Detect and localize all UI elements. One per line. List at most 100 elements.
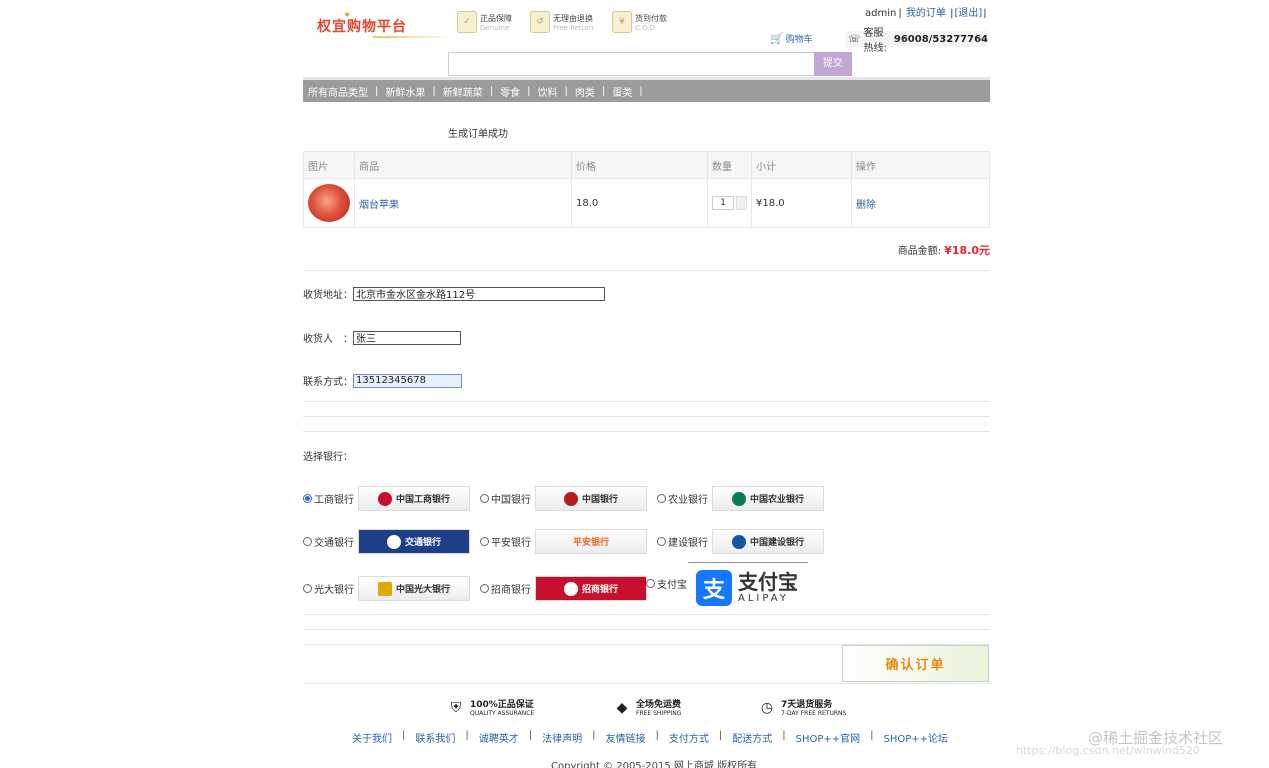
radio-button[interactable] — [646, 579, 655, 588]
product-name-link[interactable]: 烟台苹果 — [359, 200, 399, 211]
top-user-nav: admin | 我的订单 |[退出]| — [864, 4, 988, 19]
guarantee-returns: ◷ 7天退货服务 7-DAY FREE RETURNS — [758, 698, 846, 718]
delete-item-link[interactable]: 删除 — [856, 200, 876, 211]
bank-option-bocom[interactable]: 交通银行 交通银行 — [303, 529, 470, 554]
total-value: ¥18.0元 — [944, 244, 990, 257]
phone-input[interactable] — [353, 373, 462, 388]
promo-title: 货到付款 — [635, 13, 667, 23]
category-nav: 所有商品类型 | 新鲜水果 | 新鲜蔬菜 | 零食 | 饮料 | 肉类 | 蛋类 | — [303, 77, 990, 102]
bank-option-pingan[interactable]: 平安银行 平安银行 — [480, 529, 647, 554]
category-all[interactable]: 所有商品类型 — [308, 84, 368, 99]
promo-title: 正品保障 — [480, 13, 512, 23]
nav-separator: | — [375, 85, 379, 97]
footer-link-legal[interactable]: 法律声明 — [542, 730, 582, 745]
watermark: @稀土掘金技术社区 — [1088, 729, 1224, 747]
alipay-logo-sub: ALIPAY — [738, 593, 789, 604]
bank-logo[interactable]: 平安银行 — [535, 529, 647, 554]
cart-icon: 🛒 — [770, 32, 784, 45]
bank-option-ceb[interactable]: 光大银行 中国光大银行 — [303, 576, 470, 601]
phone-label: 联系方式： — [303, 377, 353, 388]
footer-link-forum[interactable]: SHOP++论坛 — [884, 730, 949, 745]
bank-logo-text: 中国光大银行 — [395, 585, 450, 595]
bank-logo[interactable]: 中国农业银行 — [712, 486, 824, 511]
table-header-row: 图片 商品 价格 数量 小计 操作 — [303, 151, 990, 179]
bank-logo[interactable]: 交通银行 — [358, 529, 470, 554]
footer-link-payment[interactable]: 支付方式 — [669, 730, 709, 745]
copyright: Copyright © 2005-2015 网上商城 版权所有 — [551, 761, 758, 768]
col-subtotal: 小计 — [751, 151, 852, 179]
confirm-order-button[interactable]: 确认订单 — [842, 645, 989, 682]
bank-logo[interactable]: 招商银行 — [535, 576, 647, 601]
category-egg[interactable]: 蛋类 — [612, 84, 632, 99]
bank-logo[interactable]: 中国银行 — [535, 486, 647, 511]
category-fruit[interactable]: 新鲜水果 — [385, 84, 425, 99]
receiver-input[interactable] — [353, 330, 461, 345]
divider — [303, 270, 990, 271]
radio-button[interactable] — [657, 537, 666, 546]
nav-separator: | — [983, 8, 987, 19]
logo-text: 权宜购物平台 — [317, 19, 407, 35]
address-label: 收货地址： — [303, 290, 353, 301]
product-image[interactable] — [308, 184, 350, 222]
logout-link[interactable]: [退出] — [954, 8, 982, 19]
bank-option-boc[interactable]: 中国银行 中国银行 — [480, 486, 647, 511]
shield-icon: ✓ — [457, 11, 477, 33]
product-name-cell: 烟台苹果 — [354, 178, 572, 228]
footer-link-about[interactable]: 关于我们 — [352, 730, 392, 745]
cart-link[interactable]: 🛒 购物车 — [770, 32, 813, 45]
alipay-logo[interactable]: 支 支付宝 ALIPAY — [688, 562, 808, 612]
clock-icon: ◷ — [760, 700, 774, 716]
ceb-logo-icon — [377, 581, 392, 596]
guarantee-sub: FREE SHIPPING — [636, 709, 682, 717]
bank-logo[interactable]: 中国光大银行 — [358, 576, 470, 601]
footer-link-contact[interactable]: 联系我们 — [415, 730, 455, 745]
divider — [303, 629, 990, 630]
footer-links: 关于我们 | 联系我们 | 诚聘英才 | 法律声明 | 友情链接 | 支付方式 | 配送方式… — [352, 730, 948, 745]
footer-link-jobs[interactable]: 诚聘英才 — [479, 730, 519, 745]
col-image: 图片 — [303, 151, 355, 179]
bank-logo[interactable]: 中国建设银行 — [712, 529, 824, 554]
cart-label: 购物车 — [785, 35, 813, 45]
quantity-spinner[interactable] — [736, 196, 747, 210]
my-orders-link[interactable]: 我的订单 — [906, 8, 946, 19]
category-vegetable[interactable]: 新鲜蔬菜 — [443, 84, 483, 99]
footer-link-friends[interactable]: 友情链接 — [606, 730, 646, 745]
bank-logo-text: 平安银行 — [572, 538, 609, 548]
bank-logo[interactable]: 中国工商银行 — [358, 486, 470, 511]
radio-button[interactable] — [480, 537, 489, 546]
radio-button[interactable] — [657, 494, 666, 503]
hotline-label: 客服热线: — [863, 28, 887, 54]
category-drink[interactable]: 饮料 — [538, 84, 558, 99]
site-logo[interactable]: ✦ 权宜购物平台 — [313, 10, 453, 40]
order-table: 图片 商品 价格 数量 小计 操作 烟台苹果 18.0 1 ¥18.0 删除 — [303, 151, 990, 228]
bank-logo-text: 中国建设银行 — [749, 538, 804, 548]
address-input[interactable] — [353, 286, 605, 301]
divider — [303, 401, 990, 402]
search-input[interactable] — [448, 52, 815, 76]
nav-separator: | — [489, 85, 494, 97]
bank-option-icbc[interactable]: 工商银行 中国工商银行 — [303, 486, 470, 511]
footer-link-official[interactable]: SHOP++官网 — [796, 730, 861, 745]
radio-button[interactable] — [480, 494, 489, 503]
quantity-input[interactable]: 1 — [712, 196, 734, 210]
radio-button[interactable] — [303, 537, 312, 546]
radio-button[interactable] — [480, 584, 489, 593]
bank-option-alipay[interactable]: 支付宝 — [646, 576, 687, 591]
bank-option-abc[interactable]: 农业银行 中国农业银行 — [657, 486, 824, 511]
category-meat[interactable]: 肉类 — [575, 84, 595, 99]
col-action: 操作 — [851, 151, 990, 179]
radio-button[interactable] — [303, 494, 312, 503]
hotline: ☏ 客服热线: 96008/53277764 — [845, 28, 988, 54]
footer-separator: | — [465, 730, 469, 741]
footer-link-delivery[interactable]: 配送方式 — [732, 730, 772, 745]
search-submit-button[interactable]: 提交 — [814, 52, 852, 76]
bank-option-cmb[interactable]: 招商银行 招商银行 — [480, 576, 647, 601]
bank-option-ccb[interactable]: 建设银行 中国建设银行 — [657, 529, 824, 554]
hotline-number: 96008/53277764 — [893, 33, 988, 45]
footer-separator: | — [718, 730, 723, 741]
category-snack[interactable]: 零食 — [500, 84, 520, 99]
bank-logo-text: 中国农业银行 — [749, 495, 804, 505]
shield-icon: ⛨ — [450, 700, 462, 716]
footer-separator: | — [592, 730, 596, 741]
radio-button[interactable] — [303, 584, 312, 593]
